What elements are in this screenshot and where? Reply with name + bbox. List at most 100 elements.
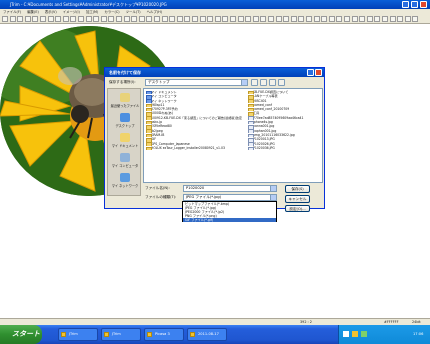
toolbar-button[interactable]: [55, 16, 62, 22]
toolbar-button[interactable]: [344, 16, 350, 22]
toolbar-button[interactable]: [70, 16, 77, 22]
toolbar-button[interactable]: [366, 16, 373, 22]
tray-icon[interactable]: [343, 331, 349, 337]
toolbar-button[interactable]: [32, 16, 39, 22]
toolbar-button[interactable]: [260, 16, 267, 22]
filetype-select[interactable]: JPEG ファイル(*.jpg): [183, 194, 277, 201]
back-icon[interactable]: [251, 79, 258, 86]
toolbar-button[interactable]: [359, 16, 366, 22]
toolbar-button[interactable]: [214, 16, 221, 22]
save-button[interactable]: 保存(S): [285, 185, 310, 193]
task-button[interactable]: JTrim: [101, 328, 141, 341]
file-item[interactable]: P1020036.JPG: [248, 146, 322, 151]
toolbar-button[interactable]: [313, 16, 320, 22]
toolbar-button[interactable]: [9, 16, 16, 22]
menu-file[interactable]: ファイル(F): [3, 10, 21, 14]
place-my-network[interactable]: マイ ネットワーク: [108, 173, 142, 188]
folder-item[interactable]: HOLUX ezTour_Logger_installer20080921_v1…: [146, 146, 246, 151]
toolbar-button[interactable]: [252, 16, 259, 22]
filetype-option[interactable]: GIF ファイル(*.gif): [183, 218, 276, 222]
toolbar-button[interactable]: [290, 16, 297, 22]
maximize-button[interactable]: [411, 1, 418, 8]
toolbar-button[interactable]: [2, 16, 8, 22]
close-button[interactable]: [420, 1, 427, 8]
view-menu-icon[interactable]: [278, 79, 285, 86]
settings-button[interactable]: 設定(O)...: [285, 205, 310, 212]
minimize-button[interactable]: [402, 1, 409, 8]
toolbar-button[interactable]: [268, 16, 274, 22]
chevron-down-icon[interactable]: [241, 80, 247, 85]
dialog-close-button[interactable]: [315, 69, 322, 76]
toolbar-button[interactable]: [382, 16, 388, 22]
toolbar-button[interactable]: [161, 16, 168, 22]
tray-icon[interactable]: [352, 331, 358, 337]
cancel-button[interactable]: キャンセル: [285, 195, 310, 203]
toolbar-button[interactable]: [131, 16, 138, 22]
toolbar-button[interactable]: [169, 16, 176, 22]
toolbar-button[interactable]: [192, 16, 198, 22]
toolbar-button[interactable]: [306, 16, 312, 22]
toolbar-button[interactable]: [184, 16, 191, 22]
filetype-dropdown-list[interactable]: ビットマップファイル(*.bmp) JPEG ファイル(*.jpg) JPEG200…: [182, 201, 277, 222]
toolbar-button[interactable]: [207, 16, 214, 22]
menu-tools[interactable]: ツール(T): [126, 10, 141, 14]
menu-process[interactable]: 加工(M): [86, 10, 98, 14]
menu-view[interactable]: 表示(V): [45, 10, 57, 14]
toolbar-button[interactable]: [374, 16, 381, 22]
file-list[interactable]: マイ ドキュメント マイ コンピュータ マイ ネットワーク 260sp11 070927…: [143, 88, 323, 183]
toolbar-button[interactable]: [154, 16, 160, 22]
toolbar-button[interactable]: [78, 16, 84, 22]
tray-icon[interactable]: [361, 331, 367, 337]
toolbar-button[interactable]: [199, 16, 206, 22]
toolbar-button[interactable]: [298, 16, 305, 22]
toolbar-button[interactable]: [321, 16, 328, 22]
toolbar-button[interactable]: [336, 16, 343, 22]
toolbar-button[interactable]: [93, 16, 100, 22]
toolbar-button[interactable]: [397, 16, 404, 22]
chevron-down-icon[interactable]: [270, 186, 276, 191]
up-folder-icon[interactable]: [260, 79, 267, 86]
task-button[interactable]: JTrim: [58, 328, 98, 341]
toolbar-button[interactable]: [245, 16, 252, 22]
menu-color[interactable]: カラー(C): [104, 10, 119, 14]
place-desktop[interactable]: デスクトップ: [108, 113, 142, 128]
toolbar-button[interactable]: [123, 16, 130, 22]
toolbar-button[interactable]: [146, 16, 153, 22]
menu-edit[interactable]: 編集(E): [27, 10, 39, 14]
toolbar-button[interactable]: [17, 16, 24, 22]
toolbar-button[interactable]: [116, 16, 122, 22]
toolbar-button[interactable]: [412, 16, 419, 22]
toolbar-button[interactable]: [24, 16, 31, 22]
toolbar-button[interactable]: [389, 16, 396, 22]
clock[interactable]: 17:06: [413, 325, 423, 344]
toolbar-button[interactable]: [283, 16, 290, 22]
save-in-combo[interactable]: デスクトップ: [145, 79, 248, 86]
place-recent[interactable]: 最近使ったファイル: [108, 93, 142, 108]
help-button[interactable]: [307, 69, 314, 76]
start-button[interactable]: スタート: [0, 325, 42, 344]
toolbar-button[interactable]: [85, 16, 92, 22]
toolbar-button[interactable]: [138, 16, 145, 22]
toolbar-button[interactable]: [328, 16, 335, 22]
place-my-computer[interactable]: マイ コンピュータ: [108, 153, 142, 168]
toolbar-button[interactable]: [222, 16, 229, 22]
toolbar-button[interactable]: [404, 16, 411, 22]
toolbar-button[interactable]: [230, 16, 236, 22]
toolbar-button[interactable]: [47, 16, 54, 22]
chevron-down-icon[interactable]: [270, 195, 276, 200]
task-button[interactable]: 2011-08-17: [187, 328, 227, 341]
place-my-documents[interactable]: マイ ドキュメント: [108, 133, 142, 148]
toolbar-button[interactable]: [40, 16, 46, 22]
toolbar-button[interactable]: [100, 16, 107, 22]
toolbar-button[interactable]: [176, 16, 183, 22]
toolbar-button[interactable]: [237, 16, 244, 22]
new-folder-icon[interactable]: [269, 79, 276, 86]
toolbar-button[interactable]: [62, 16, 69, 22]
menu-image[interactable]: イメージ(I): [63, 10, 80, 14]
toolbar-button[interactable]: [275, 16, 282, 22]
menu-help[interactable]: ヘルプ(H): [147, 10, 162, 14]
toolbar-button[interactable]: [108, 16, 115, 22]
task-button[interactable]: Picasa 3: [144, 328, 184, 341]
toolbar-button[interactable]: [351, 16, 358, 22]
filename-input[interactable]: P1020020: [183, 185, 277, 192]
